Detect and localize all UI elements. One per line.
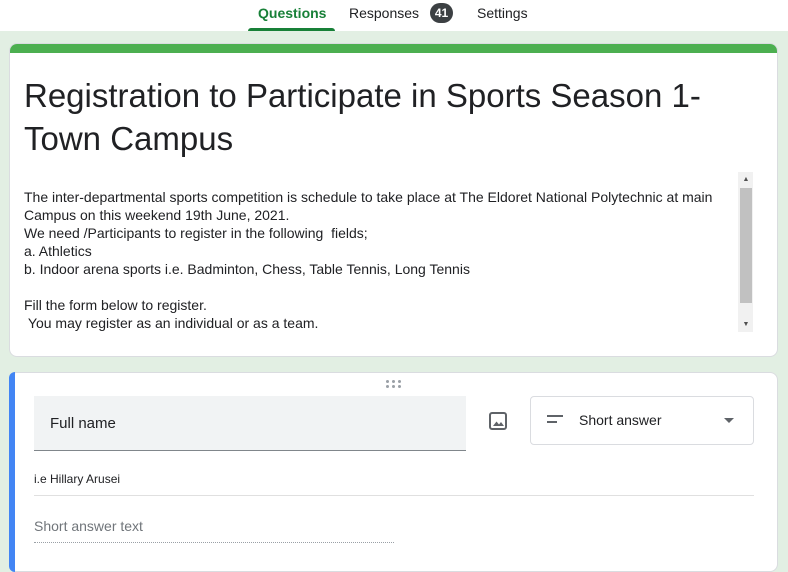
question-divider <box>34 495 754 496</box>
active-question-indicator <box>9 372 15 572</box>
scroll-down-icon[interactable]: ▼ <box>740 319 752 331</box>
form-tabs-bar: Questions Responses 41 Settings <box>0 0 788 31</box>
header-color-strip <box>10 44 777 53</box>
form-description[interactable]: The inter-departmental sports competitio… <box>24 188 724 332</box>
short-answer-underline <box>34 542 394 543</box>
responses-count-badge: 41 <box>430 3 453 23</box>
question-type-dropdown[interactable]: Short answer <box>530 396 754 445</box>
scroll-up-icon[interactable]: ▲ <box>740 174 752 186</box>
short-text-icon <box>547 415 563 423</box>
active-tab-indicator <box>248 28 335 31</box>
question-title-text: Full name <box>50 415 116 432</box>
drag-handle-icon[interactable] <box>386 378 404 390</box>
tab-responses[interactable]: Responses <box>349 0 419 31</box>
question-type-label: Short answer <box>579 412 662 428</box>
tab-questions[interactable]: Questions <box>258 0 326 31</box>
question-description[interactable]: i.e Hillary Arusei <box>34 472 120 486</box>
scrollbar-thumb[interactable] <box>740 188 752 303</box>
short-answer-placeholder: Short answer text <box>34 518 143 534</box>
question-title-input[interactable]: Full name <box>34 396 466 451</box>
chevron-down-icon <box>724 418 734 423</box>
tab-settings[interactable]: Settings <box>477 0 528 31</box>
image-icon[interactable] <box>487 410 509 432</box>
form-title[interactable]: Registration to Participate in Sports Se… <box>24 74 704 160</box>
